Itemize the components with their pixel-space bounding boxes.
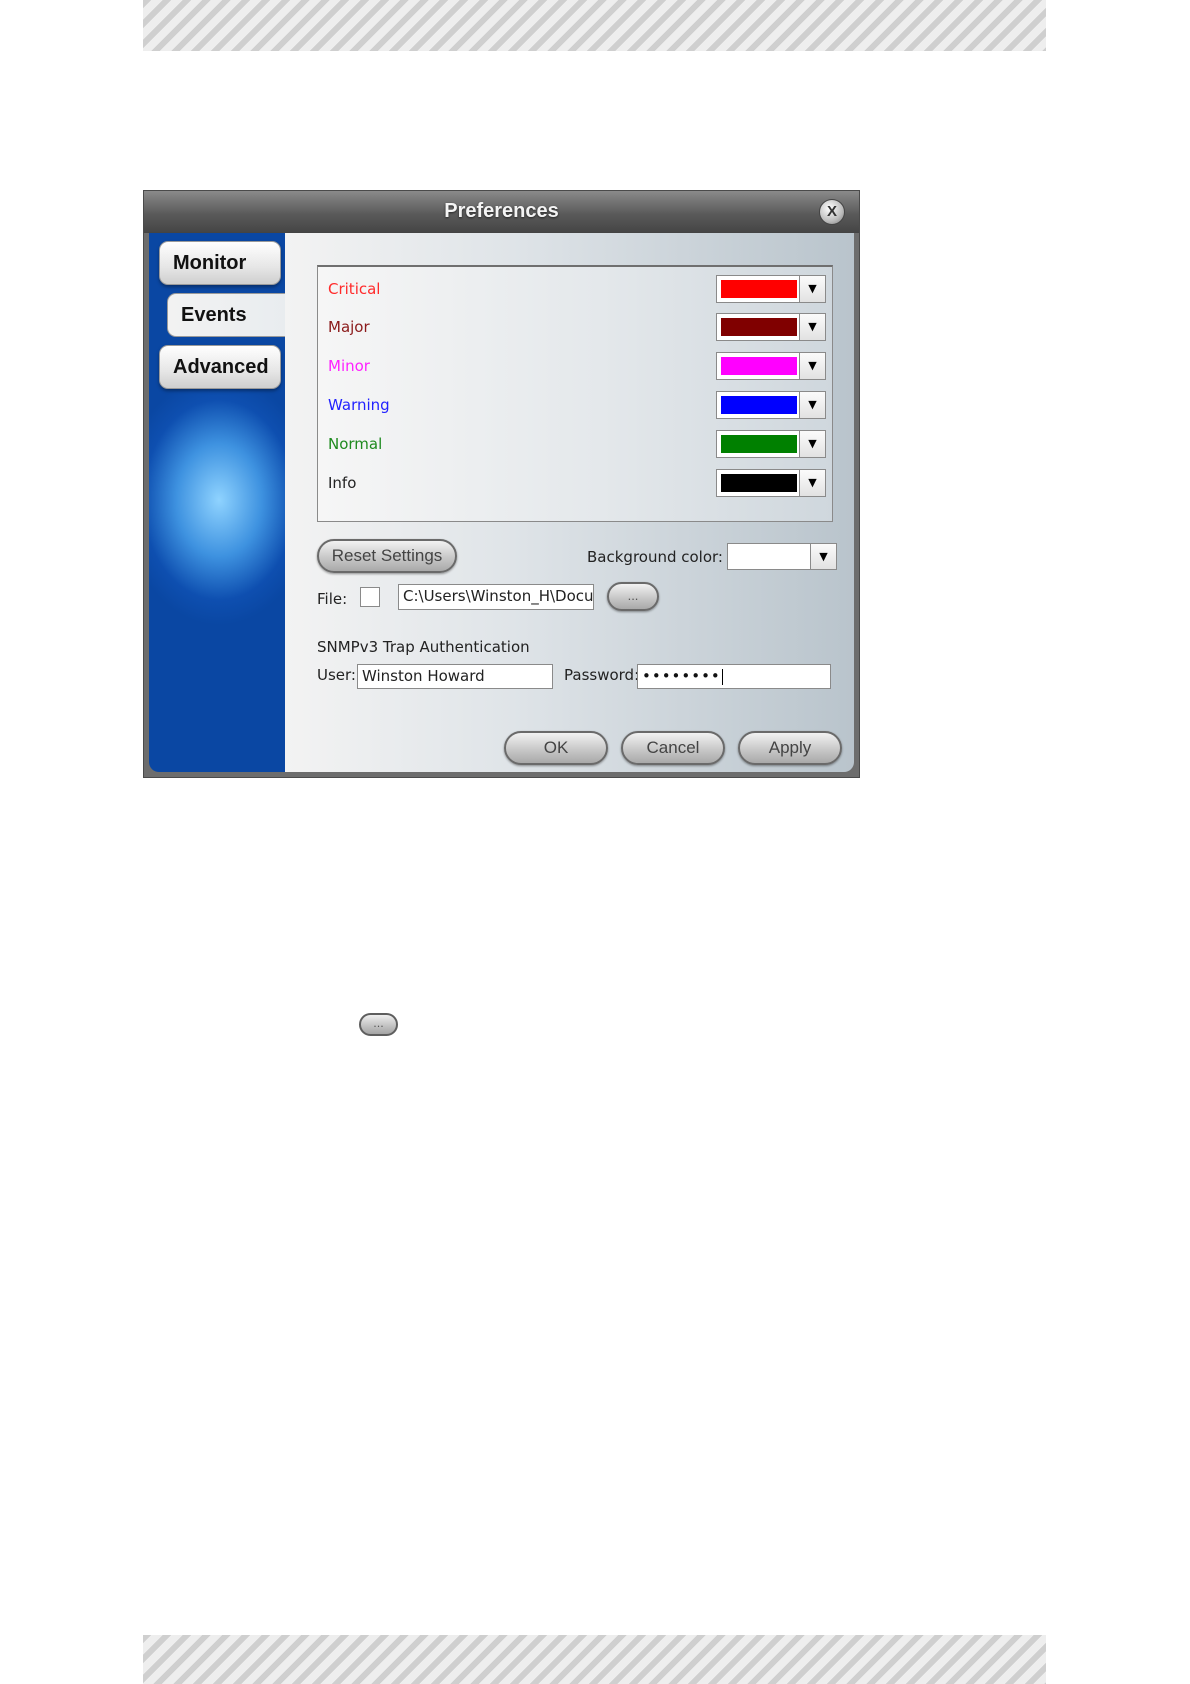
cancel-button[interactable]: Cancel [621,731,725,765]
tab-monitor[interactable]: Monitor [159,241,281,285]
user-label: User: [317,666,356,684]
info-color-picker[interactable]: ▼ [716,469,826,497]
severity-row-info: Info ▼ [318,469,832,501]
sidebar: Monitor Events Advanced [149,233,291,772]
snmp-section-title: SNMPv3 Trap Authentication [317,638,530,656]
dialog-title: Preferences [444,200,559,222]
apply-button[interactable]: Apply [738,731,842,765]
minor-color-picker[interactable]: ▼ [716,352,826,380]
critical-color-picker[interactable]: ▼ [716,275,826,303]
file-checkbox[interactable] [360,587,380,607]
user-input[interactable]: Winston Howard [357,664,553,689]
severity-label: Normal [328,435,383,453]
password-input[interactable]: •••••••• [637,664,831,689]
events-panel: Critical ▼ Major ▼ Minor ▼ Warning ▼ Nor… [285,233,854,772]
severity-label: Info [328,474,357,492]
severity-label: Warning [328,396,390,414]
color-swatch [721,435,797,453]
severity-label: Minor [328,357,370,375]
tab-events[interactable]: Events [167,293,291,337]
chevron-down-icon[interactable]: ▼ [799,470,825,496]
text-caret [721,668,723,685]
severity-label: Critical [328,280,381,298]
severity-row-minor: Minor ▼ [318,352,832,384]
close-button[interactable]: X [819,199,845,225]
chevron-down-icon[interactable]: ▼ [799,353,825,379]
chevron-down-icon[interactable]: ▼ [799,314,825,340]
tab-advanced[interactable]: Advanced [159,345,281,389]
severity-colors-group: Critical ▼ Major ▼ Minor ▼ Warning ▼ Nor… [317,265,833,522]
severity-row-major: Major ▼ [318,313,832,345]
browse-button[interactable]: ... [607,582,659,611]
severity-row-critical: Critical ▼ [318,275,832,307]
chevron-down-icon[interactable]: ▼ [799,431,825,457]
chevron-down-icon[interactable]: ▼ [799,392,825,418]
chevron-down-icon[interactable]: ▼ [799,276,825,302]
title-bar: Preferences X [144,191,859,233]
severity-row-warning: Warning ▼ [318,391,832,423]
password-value: •••••••• [642,667,721,685]
color-swatch [721,280,797,298]
preferences-dialog: Preferences X Monitor Events Advanced Cr… [143,190,860,778]
color-swatch [721,396,797,414]
browse-button-illustration: ... [359,1013,398,1036]
background-color-label: Background color: [587,548,723,566]
password-label: Password: [564,666,640,684]
reset-settings-button[interactable]: Reset Settings [317,539,457,573]
chevron-down-icon[interactable]: ▼ [810,544,836,569]
warning-color-picker[interactable]: ▼ [716,391,826,419]
severity-label: Major [328,318,370,336]
major-color-picker[interactable]: ▼ [716,313,826,341]
page-header-stripe [143,0,1046,51]
background-color-picker[interactable]: ▼ [727,543,837,570]
page-footer-stripe [143,1635,1046,1684]
file-path-input[interactable]: C:\Users\Winston_H\Documents [398,584,594,610]
ok-button[interactable]: OK [504,731,608,765]
file-label: File: [317,590,348,608]
color-swatch [721,474,797,492]
severity-row-normal: Normal ▼ [318,430,832,462]
color-swatch [721,357,797,375]
normal-color-picker[interactable]: ▼ [716,430,826,458]
color-swatch [721,318,797,336]
